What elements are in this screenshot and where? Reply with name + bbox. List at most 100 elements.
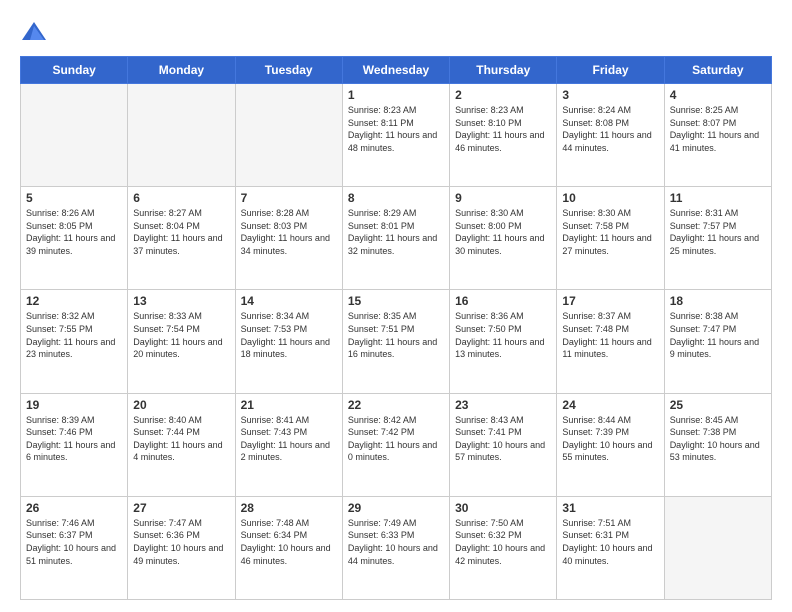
day-number: 29 bbox=[348, 501, 444, 515]
weekday-header: Sunday bbox=[21, 57, 128, 84]
calendar-cell: 22 Sunrise: 8:42 AM Sunset: 7:42 PM Dayli… bbox=[342, 393, 449, 496]
day-number: 19 bbox=[26, 398, 122, 412]
calendar-week-row: 12 Sunrise: 8:32 AM Sunset: 7:55 PM Dayli… bbox=[21, 290, 772, 393]
day-number: 30 bbox=[455, 501, 551, 515]
calendar-cell: 10 Sunrise: 8:30 AM Sunset: 7:58 PM Dayli… bbox=[557, 187, 664, 290]
calendar-cell: 28 Sunrise: 7:48 AM Sunset: 6:34 PM Dayli… bbox=[235, 496, 342, 599]
calendar-cell: 29 Sunrise: 7:49 AM Sunset: 6:33 PM Dayli… bbox=[342, 496, 449, 599]
day-info: Sunrise: 8:40 AM Sunset: 7:44 PM Dayligh… bbox=[133, 414, 229, 464]
day-info: Sunrise: 8:25 AM Sunset: 8:07 PM Dayligh… bbox=[670, 104, 766, 154]
weekday-header: Saturday bbox=[664, 57, 771, 84]
day-info: Sunrise: 8:44 AM Sunset: 7:39 PM Dayligh… bbox=[562, 414, 658, 464]
calendar-cell bbox=[128, 84, 235, 187]
day-number: 26 bbox=[26, 501, 122, 515]
day-number: 9 bbox=[455, 191, 551, 205]
calendar-week-row: 19 Sunrise: 8:39 AM Sunset: 7:46 PM Dayli… bbox=[21, 393, 772, 496]
weekday-header: Tuesday bbox=[235, 57, 342, 84]
calendar-cell: 16 Sunrise: 8:36 AM Sunset: 7:50 PM Dayli… bbox=[450, 290, 557, 393]
day-number: 2 bbox=[455, 88, 551, 102]
calendar-cell: 8 Sunrise: 8:29 AM Sunset: 8:01 PM Daylig… bbox=[342, 187, 449, 290]
day-info: Sunrise: 7:47 AM Sunset: 6:36 PM Dayligh… bbox=[133, 517, 229, 567]
calendar-cell: 14 Sunrise: 8:34 AM Sunset: 7:53 PM Dayli… bbox=[235, 290, 342, 393]
day-number: 21 bbox=[241, 398, 337, 412]
calendar-cell: 20Sunrise: 8:40 AM Sunset: 7:44 PM Dayli… bbox=[128, 393, 235, 496]
day-number: 24 bbox=[562, 398, 658, 412]
calendar-cell: 4Sunrise: 8:25 AM Sunset: 8:07 PM Daylig… bbox=[664, 84, 771, 187]
day-info: Sunrise: 8:34 AM Sunset: 7:53 PM Dayligh… bbox=[241, 310, 337, 360]
calendar-cell: 18 Sunrise: 8:38 AM Sunset: 7:47 PM Dayli… bbox=[664, 290, 771, 393]
calendar-cell: 26Sunrise: 7:46 AM Sunset: 6:37 PM Dayli… bbox=[21, 496, 128, 599]
calendar-cell: 1 Sunrise: 8:23 AM Sunset: 8:11 PM Daylig… bbox=[342, 84, 449, 187]
day-number: 11 bbox=[670, 191, 766, 205]
day-number: 1 bbox=[348, 88, 444, 102]
calendar-cell bbox=[664, 496, 771, 599]
day-number: 18 bbox=[670, 294, 766, 308]
day-number: 7 bbox=[241, 191, 337, 205]
day-number: 17 bbox=[562, 294, 658, 308]
day-info: Sunrise: 8:30 AM Sunset: 8:00 PM Dayligh… bbox=[455, 207, 551, 257]
calendar-cell: 7 Sunrise: 8:28 AM Sunset: 8:03 PM Daylig… bbox=[235, 187, 342, 290]
calendar-cell: 13 Sunrise: 8:33 AM Sunset: 7:54 PM Dayli… bbox=[128, 290, 235, 393]
day-info: Sunrise: 8:24 AM Sunset: 8:08 PM Dayligh… bbox=[562, 104, 658, 154]
day-info: Sunrise: 8:42 AM Sunset: 7:42 PM Dayligh… bbox=[348, 414, 444, 464]
logo-icon bbox=[20, 18, 48, 46]
day-number: 3 bbox=[562, 88, 658, 102]
day-info: Sunrise: 8:33 AM Sunset: 7:54 PM Dayligh… bbox=[133, 310, 229, 360]
day-info: Sunrise: 8:35 AM Sunset: 7:51 PM Dayligh… bbox=[348, 310, 444, 360]
day-number: 15 bbox=[348, 294, 444, 308]
calendar-cell: 23Sunrise: 8:43 AM Sunset: 7:41 PM Dayli… bbox=[450, 393, 557, 496]
calendar-week-row: 1 Sunrise: 8:23 AM Sunset: 8:11 PM Daylig… bbox=[21, 84, 772, 187]
day-number: 28 bbox=[241, 501, 337, 515]
day-info: Sunrise: 8:28 AM Sunset: 8:03 PM Dayligh… bbox=[241, 207, 337, 257]
calendar-cell: 15 Sunrise: 8:35 AM Sunset: 7:51 PM Dayli… bbox=[342, 290, 449, 393]
day-info: Sunrise: 8:38 AM Sunset: 7:47 PM Dayligh… bbox=[670, 310, 766, 360]
day-info: Sunrise: 8:23 AM Sunset: 8:10 PM Dayligh… bbox=[455, 104, 551, 154]
calendar-cell: 6 Sunrise: 8:27 AM Sunset: 8:04 PM Daylig… bbox=[128, 187, 235, 290]
calendar-cell: 31 Sunrise: 7:51 AM Sunset: 6:31 PM Dayli… bbox=[557, 496, 664, 599]
day-number: 12 bbox=[26, 294, 122, 308]
day-info: Sunrise: 7:49 AM Sunset: 6:33 PM Dayligh… bbox=[348, 517, 444, 567]
day-number: 22 bbox=[348, 398, 444, 412]
day-number: 27 bbox=[133, 501, 229, 515]
weekday-header: Thursday bbox=[450, 57, 557, 84]
day-info: Sunrise: 8:43 AM Sunset: 7:41 PM Dayligh… bbox=[455, 414, 551, 464]
day-info: Sunrise: 7:51 AM Sunset: 6:31 PM Dayligh… bbox=[562, 517, 658, 567]
calendar-cell: 11 Sunrise: 8:31 AM Sunset: 7:57 PM Dayli… bbox=[664, 187, 771, 290]
calendar-cell: 30 Sunrise: 7:50 AM Sunset: 6:32 PM Dayli… bbox=[450, 496, 557, 599]
day-number: 10 bbox=[562, 191, 658, 205]
calendar-header-row: SundayMondayTuesdayWednesdayThursdayFrid… bbox=[21, 57, 772, 84]
day-number: 31 bbox=[562, 501, 658, 515]
logo bbox=[20, 18, 52, 46]
calendar-cell: 3 Sunrise: 8:24 AM Sunset: 8:08 PM Daylig… bbox=[557, 84, 664, 187]
calendar-week-row: 5Sunrise: 8:26 AM Sunset: 8:05 PM Daylig… bbox=[21, 187, 772, 290]
calendar-cell: 24 Sunrise: 8:44 AM Sunset: 7:39 PM Dayli… bbox=[557, 393, 664, 496]
header bbox=[20, 18, 772, 46]
calendar-cell: 9 Sunrise: 8:30 AM Sunset: 8:00 PM Daylig… bbox=[450, 187, 557, 290]
day-info: Sunrise: 8:39 AM Sunset: 7:46 PM Dayligh… bbox=[26, 414, 122, 464]
day-info: Sunrise: 8:31 AM Sunset: 7:57 PM Dayligh… bbox=[670, 207, 766, 257]
day-info: Sunrise: 8:27 AM Sunset: 8:04 PM Dayligh… bbox=[133, 207, 229, 257]
calendar-cell: 2 Sunrise: 8:23 AM Sunset: 8:10 PM Daylig… bbox=[450, 84, 557, 187]
day-info: Sunrise: 8:36 AM Sunset: 7:50 PM Dayligh… bbox=[455, 310, 551, 360]
calendar-week-row: 26Sunrise: 7:46 AM Sunset: 6:37 PM Dayli… bbox=[21, 496, 772, 599]
day-number: 13 bbox=[133, 294, 229, 308]
day-info: Sunrise: 7:50 AM Sunset: 6:32 PM Dayligh… bbox=[455, 517, 551, 567]
calendar-cell: 25Sunrise: 8:45 AM Sunset: 7:38 PM Dayli… bbox=[664, 393, 771, 496]
calendar-table: SundayMondayTuesdayWednesdayThursdayFrid… bbox=[20, 56, 772, 600]
day-info: Sunrise: 8:23 AM Sunset: 8:11 PM Dayligh… bbox=[348, 104, 444, 154]
day-info: Sunrise: 8:29 AM Sunset: 8:01 PM Dayligh… bbox=[348, 207, 444, 257]
day-number: 25 bbox=[670, 398, 766, 412]
page: SundayMondayTuesdayWednesdayThursdayFrid… bbox=[0, 0, 792, 612]
day-number: 14 bbox=[241, 294, 337, 308]
calendar-cell: 19 Sunrise: 8:39 AM Sunset: 7:46 PM Dayli… bbox=[21, 393, 128, 496]
calendar-cell bbox=[235, 84, 342, 187]
day-number: 8 bbox=[348, 191, 444, 205]
day-number: 6 bbox=[133, 191, 229, 205]
weekday-header: Friday bbox=[557, 57, 664, 84]
day-info: Sunrise: 8:30 AM Sunset: 7:58 PM Dayligh… bbox=[562, 207, 658, 257]
day-info: Sunrise: 7:48 AM Sunset: 6:34 PM Dayligh… bbox=[241, 517, 337, 567]
day-info: Sunrise: 8:37 AM Sunset: 7:48 PM Dayligh… bbox=[562, 310, 658, 360]
day-number: 16 bbox=[455, 294, 551, 308]
day-info: Sunrise: 8:32 AM Sunset: 7:55 PM Dayligh… bbox=[26, 310, 122, 360]
calendar-cell: 27 Sunrise: 7:47 AM Sunset: 6:36 PM Dayli… bbox=[128, 496, 235, 599]
